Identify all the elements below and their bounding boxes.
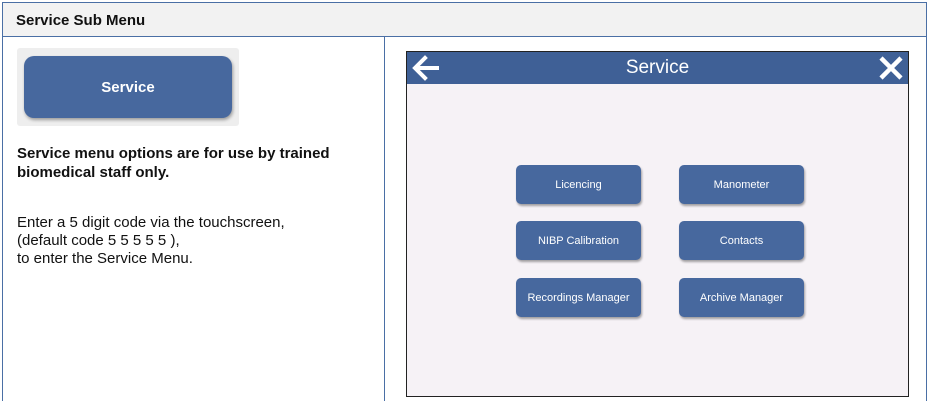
page-title: Service Sub Menu bbox=[16, 12, 146, 29]
licencing-button[interactable]: Licencing bbox=[516, 165, 641, 204]
instruction-line: Enter a 5 digit code via the touchscreen… bbox=[17, 214, 285, 231]
device-title-bar: Service bbox=[407, 52, 908, 84]
recordings-manager-button[interactable]: Recordings Manager bbox=[516, 278, 641, 317]
arrow-left-icon[interactable] bbox=[410, 55, 440, 81]
service-sub-menu-table: Service Sub Menu Service Service menu op… bbox=[2, 2, 927, 401]
instruction-line: to enter the Service Menu. bbox=[17, 250, 193, 267]
manometer-button[interactable]: Manometer bbox=[679, 165, 804, 204]
device-screen: Service Licencing Manometer NIBP Calibra… bbox=[406, 51, 909, 397]
table-header: Service Sub Menu bbox=[3, 3, 926, 37]
instruction-line: (default code 5 5 5 5 5 ), bbox=[17, 232, 180, 249]
close-x-icon[interactable] bbox=[878, 55, 904, 81]
instructions-text: Enter a 5 digit code via the touchscreen… bbox=[17, 214, 377, 268]
service-button-image: Service bbox=[17, 48, 239, 126]
device-title: Service bbox=[625, 57, 690, 78]
contacts-button[interactable]: Contacts bbox=[679, 221, 804, 260]
nibp-calibration-button[interactable]: NIBP Calibration bbox=[516, 221, 641, 260]
archive-manager-button[interactable]: Archive Manager bbox=[679, 278, 804, 317]
column-divider bbox=[384, 37, 385, 401]
warning-text: Service menu options are for use by trai… bbox=[17, 145, 330, 181]
service-button[interactable]: Service bbox=[24, 56, 232, 118]
